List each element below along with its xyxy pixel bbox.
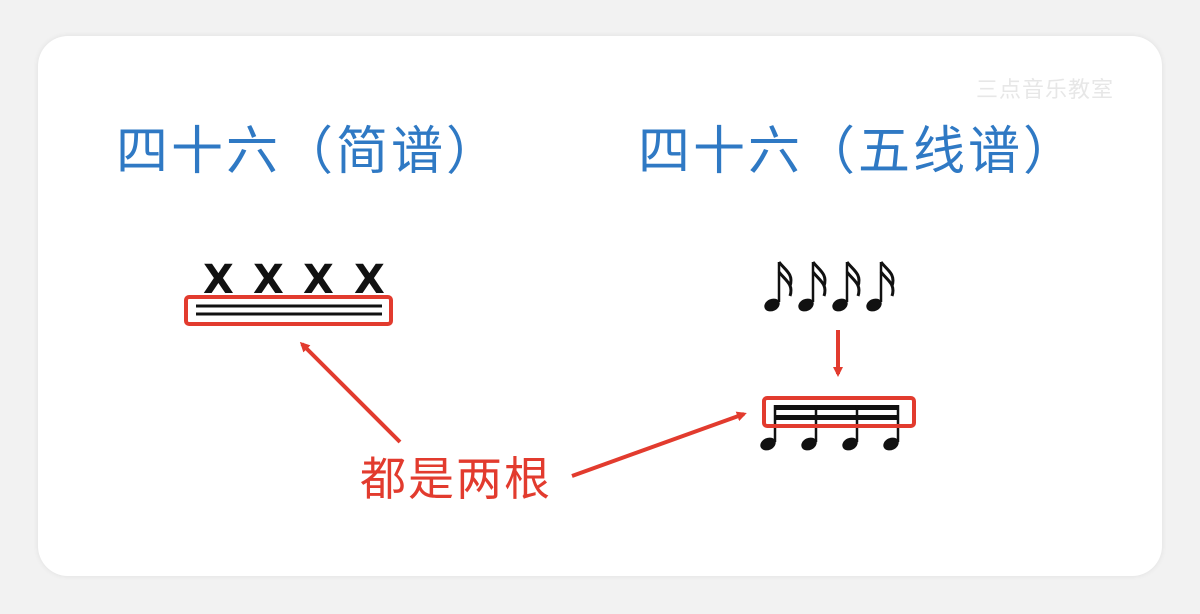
sixteenth-note-icon	[866, 261, 895, 312]
caption-both-two: 都是两根	[360, 452, 552, 506]
arrow-to-jianpu	[299, 341, 402, 444]
sixteenth-note-icon	[798, 261, 827, 312]
jianpu-highlight-box	[184, 295, 393, 326]
beam-highlight-box	[762, 396, 916, 428]
beam-1	[774, 405, 899, 410]
sixteenth-note-icon	[832, 261, 861, 312]
sixteenth-note-icon	[764, 261, 793, 312]
beam-2	[774, 415, 899, 420]
sixteenth-notes-separate	[764, 261, 895, 312]
jianpu-underlines	[196, 304, 382, 316]
arrow-to-staff	[571, 411, 747, 478]
sixteenth-notes-beamed	[760, 405, 900, 451]
diagram-canvas	[184, 261, 916, 478]
